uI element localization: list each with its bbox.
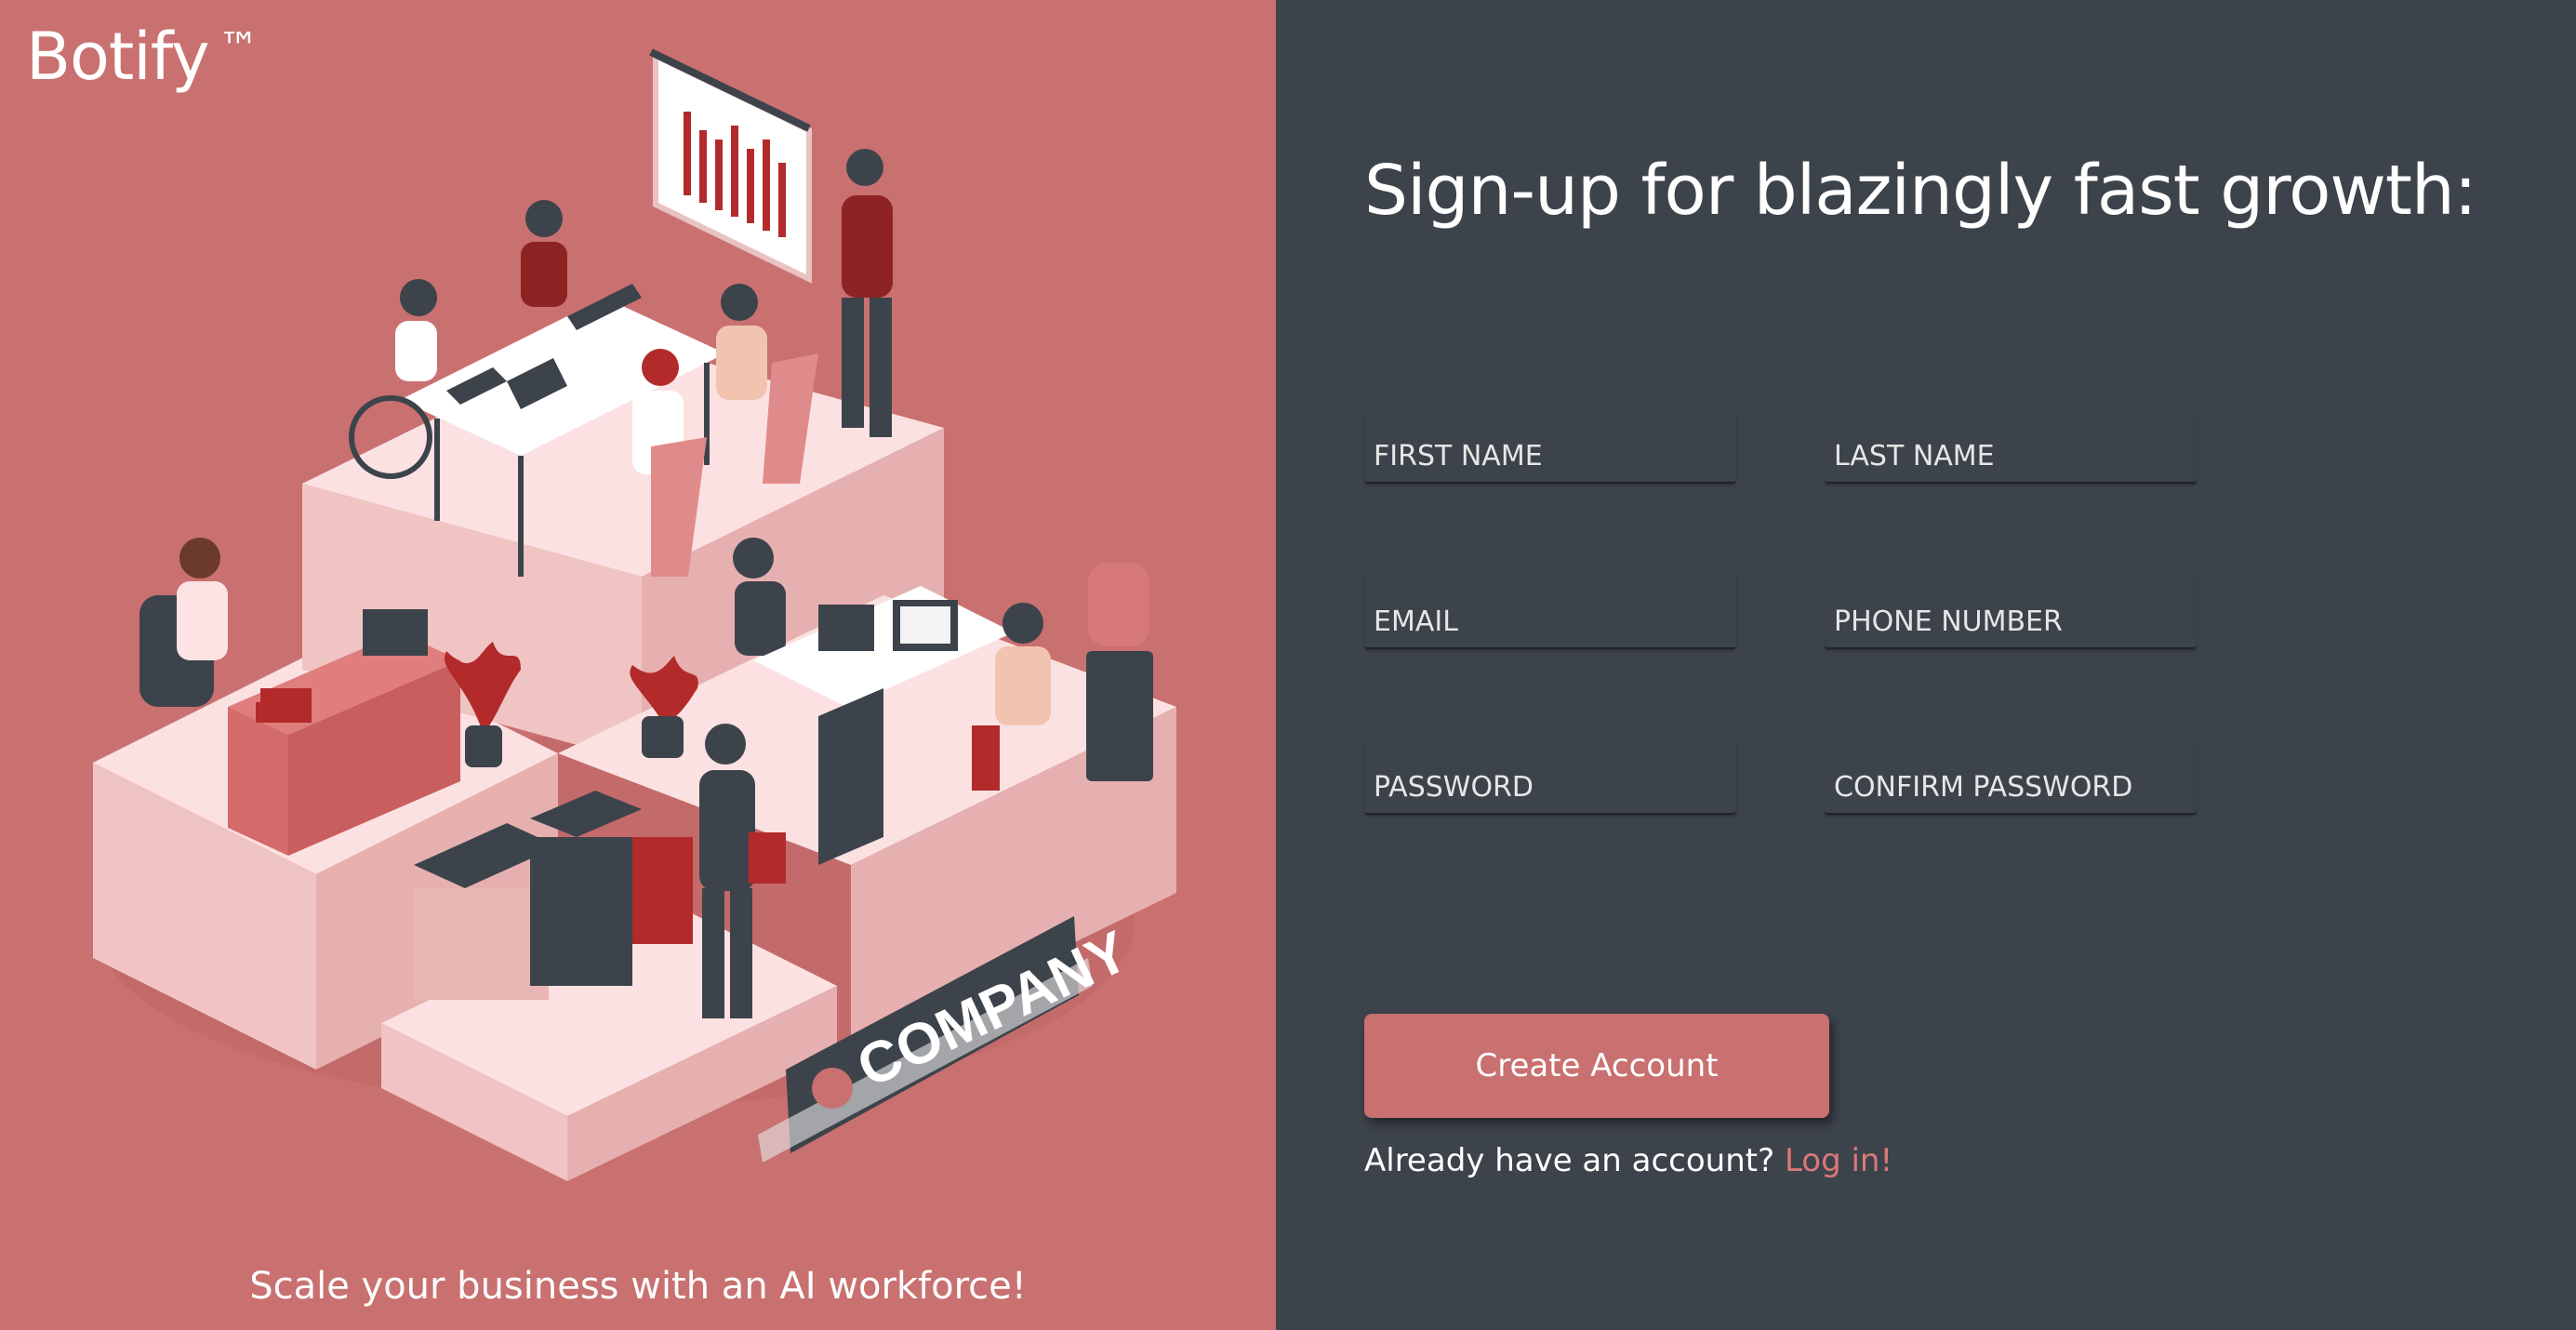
password-field bbox=[1364, 740, 1736, 815]
confirm-password-field bbox=[1825, 740, 2197, 815]
login-prompt-text: Already have an account? bbox=[1364, 1142, 1775, 1179]
email-field bbox=[1364, 575, 1736, 649]
signup-panel: Sign-up for blazingly fast growth: Creat… bbox=[1276, 0, 2576, 1330]
phone-input[interactable] bbox=[1825, 575, 2197, 647]
confirm-password-input[interactable] bbox=[1825, 740, 2197, 813]
login-prompt-line: Already have an account? Log in! bbox=[1364, 1142, 1892, 1179]
password-input[interactable] bbox=[1364, 740, 1736, 813]
email-input[interactable] bbox=[1364, 575, 1736, 647]
tagline: Scale your business with an AI workforce… bbox=[249, 1265, 1027, 1308]
first-name-input[interactable] bbox=[1364, 409, 1736, 482]
last-name-input[interactable] bbox=[1825, 409, 2197, 482]
phone-field bbox=[1825, 575, 2197, 649]
login-link[interactable]: Log in! bbox=[1785, 1142, 1892, 1179]
hero-panel: Botify ™ COMPANY Scale your business wit… bbox=[0, 0, 1276, 1330]
office-team-illustration: COMPANY bbox=[93, 48, 1176, 1181]
create-account-button[interactable]: Create Account bbox=[1364, 1014, 1829, 1118]
last-name-field bbox=[1825, 409, 2197, 484]
first-name-field bbox=[1364, 409, 1736, 484]
signup-heading: Sign-up for blazingly fast growth: bbox=[1364, 151, 2477, 231]
